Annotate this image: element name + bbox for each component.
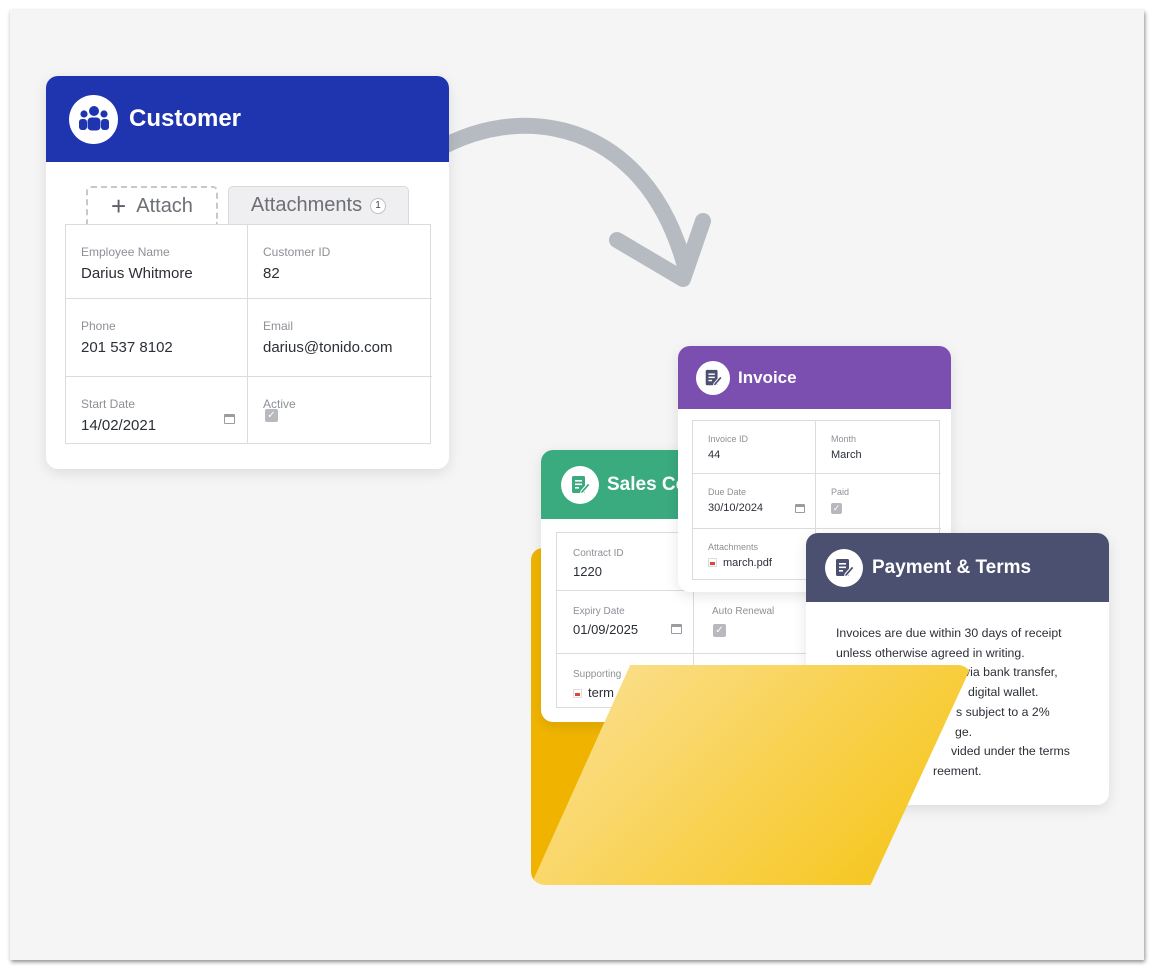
terms-line: unless otherwise agreed in writing.: [836, 645, 1025, 660]
field-value: 01/09/2025: [573, 622, 639, 637]
field-label: Email: [263, 319, 294, 333]
attachments-count-badge: 1: [370, 197, 387, 214]
attachments-label: Attachments: [250, 194, 363, 216]
attach-label: Attach: [136, 194, 193, 217]
sales-title: Sales Co: [607, 473, 688, 495]
field-label: Paid: [831, 487, 850, 497]
employee-name-field[interactable]: Employee Name Darius Whitmore: [66, 225, 248, 299]
field-value: 201 537 8102: [81, 339, 173, 356]
invoice-id-field[interactable]: Invoice ID 44: [693, 421, 816, 474]
customer-title: Customer: [129, 105, 242, 132]
users-icon: [69, 94, 118, 144]
terms-line: Invoices are due within 30 days of recei…: [836, 626, 1062, 640]
payment-title: Payment & Terms: [872, 556, 1032, 578]
paid-field: Paid ✓: [816, 474, 941, 529]
month-field[interactable]: Month March: [816, 421, 941, 474]
field-label: Start Date: [81, 397, 136, 411]
calendar-icon[interactable]: [671, 624, 682, 634]
field-value: 1220: [573, 564, 602, 579]
field-value: 30/10/2024: [708, 502, 764, 514]
calendar-icon[interactable]: [224, 414, 235, 424]
pdf-icon: [573, 689, 582, 698]
field-label: Auto Renewal: [712, 606, 775, 617]
payment-header: Payment & Terms: [806, 533, 1109, 602]
invoice-header: Invoice: [678, 346, 951, 409]
customer-form: Employee Name Darius Whitmore Customer I…: [65, 224, 432, 444]
field-label: Customer ID: [263, 245, 331, 259]
field-label: Contract ID: [573, 548, 624, 559]
field-value: 14/02/2021: [81, 417, 157, 434]
customer-tabs: + Attach Attachments 1: [86, 186, 409, 224]
attachments-field[interactable]: Attachments march.pdf: [693, 529, 816, 581]
customer-id-field[interactable]: Customer ID 82: [248, 225, 432, 299]
phone-field[interactable]: Phone 201 537 8102: [66, 299, 248, 377]
field-value: march.pdf: [708, 557, 772, 569]
contract-id-field[interactable]: Contract ID 1220: [557, 533, 694, 591]
active-checkbox[interactable]: ✓: [265, 409, 278, 422]
field-label: Supporting: [573, 669, 622, 680]
field-value: term: [573, 685, 614, 700]
calendar-icon[interactable]: [795, 504, 805, 513]
field-label: Employee Name: [81, 245, 170, 259]
customer-header: Customer: [46, 76, 449, 162]
attachment-file[interactable]: march.pdf: [723, 557, 772, 569]
attach-button[interactable]: + Attach: [86, 186, 218, 224]
invoice-title: Invoice: [738, 367, 797, 387]
field-label: Attachments: [708, 542, 759, 552]
field-label: Phone: [81, 319, 116, 333]
field-value: 82: [263, 265, 280, 282]
field-value: darius@tonido.com: [263, 339, 393, 356]
document-edit-icon: [561, 465, 599, 504]
start-date-field[interactable]: Start Date 14/02/2021: [66, 377, 248, 443]
expiry-date-field[interactable]: Expiry Date 01/09/2025: [557, 591, 694, 654]
customer-card: Customer + Attach Attachments 1 Employee…: [46, 76, 449, 469]
field-value: March: [831, 449, 862, 461]
field-label: Month: [831, 434, 857, 444]
document-edit-icon: [825, 548, 863, 587]
document-edit-icon: [696, 360, 730, 395]
paid-checkbox[interactable]: ✓: [831, 503, 842, 514]
field-label: Expiry Date: [573, 606, 625, 617]
pdf-icon: [708, 558, 717, 567]
field-value: 44: [708, 449, 721, 461]
auto-renewal-checkbox[interactable]: ✓: [713, 624, 726, 637]
field-label: Invoice ID: [708, 434, 749, 444]
active-field: Active ✓: [248, 377, 432, 443]
email-field[interactable]: Email darius@tonido.com: [248, 299, 432, 377]
tab-attachments[interactable]: Attachments 1: [228, 186, 409, 224]
field-label: Due Date: [708, 487, 747, 497]
supporting-file[interactable]: term: [588, 685, 614, 700]
field-value: Darius Whitmore: [81, 265, 193, 282]
plus-icon: +: [111, 190, 127, 221]
due-date-field[interactable]: Due Date 30/10/2024: [693, 474, 816, 529]
